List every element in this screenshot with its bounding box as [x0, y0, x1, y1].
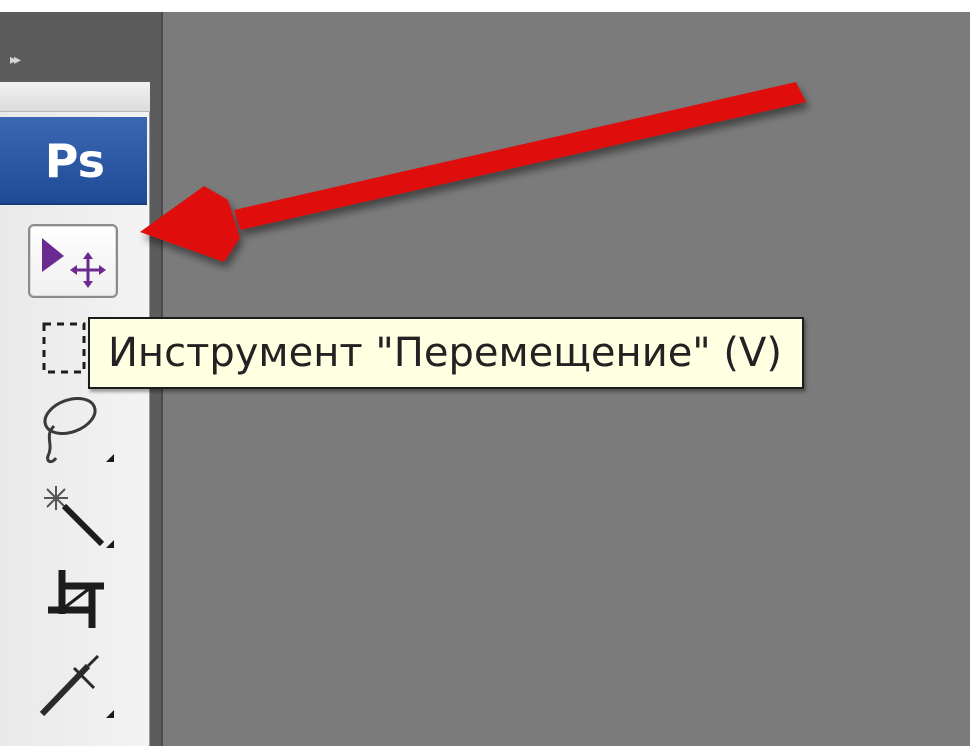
crop-tool-button[interactable]	[38, 562, 118, 638]
eyedropper-tool-button[interactable]	[36, 648, 118, 724]
marquee-icon	[42, 322, 86, 374]
magic-wand-tool-button[interactable]	[36, 478, 118, 552]
marquee-tool-button[interactable]	[38, 318, 88, 378]
lasso-tool-button[interactable]	[36, 392, 118, 468]
move-icon	[42, 238, 106, 288]
lasso-icon	[43, 397, 114, 464]
photoshop-logo[interactable]: Ps	[0, 117, 147, 205]
crop-icon	[48, 570, 104, 628]
magic-wand-icon	[44, 486, 114, 548]
eyedropper-icon	[39, 654, 114, 718]
photoshop-window: ▸▸ Ps Инструмент "Перемещение" (V)	[0, 0, 970, 746]
double-chevron-right-icon[interactable]: ▸▸	[10, 50, 50, 70]
move-tool-button[interactable]	[28, 224, 118, 298]
toolbar-grip[interactable]	[0, 82, 150, 112]
move-tool-tooltip: Инструмент "Перемещение" (V)	[88, 317, 804, 389]
